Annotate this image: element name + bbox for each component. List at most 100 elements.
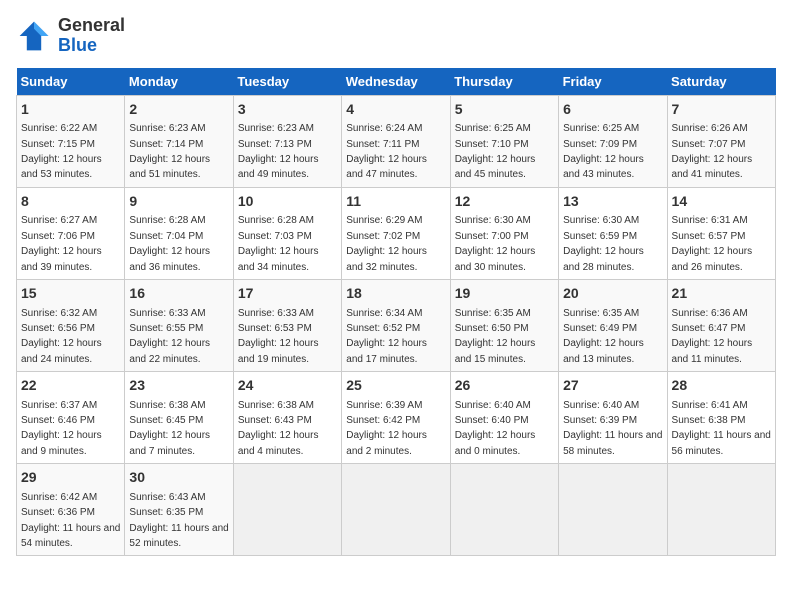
calendar-cell: 10Sunrise: 6:28 AMSunset: 7:03 PMDayligh…	[233, 187, 341, 279]
calendar-cell: 26 Sunrise: 6:40 AMSunset: 6:40 PMDayligh…	[450, 372, 558, 464]
day-number: 4	[346, 100, 445, 120]
day-info: Sunrise: 6:33 AMSunset: 6:55 PMDaylight:…	[129, 308, 210, 365]
day-number: 7	[672, 100, 771, 120]
calendar-header-row: SundayMondayTuesdayWednesdayThursdayFrid…	[17, 68, 776, 96]
calendar-cell: 1 Sunrise: 6:22 AMSunset: 7:15 PMDaylight…	[17, 95, 125, 187]
day-number: 11	[346, 192, 445, 212]
day-number: 19	[455, 284, 554, 304]
calendar-cell: 13 Sunrise: 6:30 AMSunset: 6:59 PMDayligh…	[559, 187, 667, 279]
calendar-week-4: 22 Sunrise: 6:37 AMSunset: 6:46 PMDayligh…	[17, 372, 776, 464]
logo: General Blue	[16, 16, 125, 56]
day-number: 10	[238, 192, 337, 212]
day-info: Sunrise: 6:26 AMSunset: 7:07 PMDaylight:…	[672, 123, 753, 180]
day-number: 15	[21, 284, 120, 304]
day-number: 22	[21, 376, 120, 396]
calendar-cell: 5 Sunrise: 6:25 AMSunset: 7:10 PMDaylight…	[450, 95, 558, 187]
calendar-cell	[559, 464, 667, 556]
day-info: Sunrise: 6:41 AMSunset: 6:38 PMDaylight:…	[672, 400, 771, 457]
day-info: Sunrise: 6:30 AMSunset: 6:59 PMDaylight:…	[563, 215, 644, 272]
day-number: 8	[21, 192, 120, 212]
day-info: Sunrise: 6:30 AMSunset: 7:00 PMDaylight:…	[455, 215, 536, 272]
calendar-week-5: 29 Sunrise: 6:42 AMSunset: 6:36 PMDayligh…	[17, 464, 776, 556]
day-info: Sunrise: 6:33 AMSunset: 6:53 PMDaylight:…	[238, 308, 319, 365]
calendar-cell: 25 Sunrise: 6:39 AMSunset: 6:42 PMDayligh…	[342, 372, 450, 464]
day-info: Sunrise: 6:37 AMSunset: 6:46 PMDaylight:…	[21, 400, 102, 457]
calendar-cell: 11 Sunrise: 6:29 AMSunset: 7:02 PMDayligh…	[342, 187, 450, 279]
calendar-cell: 8 Sunrise: 6:27 AMSunset: 7:06 PMDaylight…	[17, 187, 125, 279]
header-tuesday: Tuesday	[233, 68, 341, 96]
header-friday: Friday	[559, 68, 667, 96]
calendar-cell: 2 Sunrise: 6:23 AMSunset: 7:14 PMDaylight…	[125, 95, 233, 187]
day-info: Sunrise: 6:38 AMSunset: 6:43 PMDaylight:…	[238, 400, 319, 457]
day-number: 3	[238, 100, 337, 120]
calendar-cell: 14 Sunrise: 6:31 AMSunset: 6:57 PMDayligh…	[667, 187, 775, 279]
day-number: 30	[129, 468, 228, 488]
logo-icon	[16, 18, 52, 54]
day-number: 18	[346, 284, 445, 304]
calendar-cell	[450, 464, 558, 556]
day-info: Sunrise: 6:35 AMSunset: 6:50 PMDaylight:…	[455, 308, 536, 365]
calendar-cell: 21Sunrise: 6:36 AMSunset: 6:47 PMDayligh…	[667, 279, 775, 371]
day-info: Sunrise: 6:29 AMSunset: 7:02 PMDaylight:…	[346, 215, 427, 272]
calendar-table: SundayMondayTuesdayWednesdayThursdayFrid…	[16, 68, 776, 557]
day-info: Sunrise: 6:34 AMSunset: 6:52 PMDaylight:…	[346, 308, 427, 365]
day-number: 2	[129, 100, 228, 120]
calendar-cell: 28 Sunrise: 6:41 AMSunset: 6:38 PMDayligh…	[667, 372, 775, 464]
day-info: Sunrise: 6:23 AMSunset: 7:14 PMDaylight:…	[129, 123, 210, 180]
day-info: Sunrise: 6:24 AMSunset: 7:11 PMDaylight:…	[346, 123, 427, 180]
day-number: 24	[238, 376, 337, 396]
day-number: 9	[129, 192, 228, 212]
calendar-cell: 9 Sunrise: 6:28 AMSunset: 7:04 PMDaylight…	[125, 187, 233, 279]
day-info: Sunrise: 6:39 AMSunset: 6:42 PMDaylight:…	[346, 400, 427, 457]
calendar-cell: 27Sunrise: 6:40 AMSunset: 6:39 PMDayligh…	[559, 372, 667, 464]
calendar-cell: 6Sunrise: 6:25 AMSunset: 7:09 PMDaylight…	[559, 95, 667, 187]
calendar-cell: 4 Sunrise: 6:24 AMSunset: 7:11 PMDaylight…	[342, 95, 450, 187]
calendar-cell: 22 Sunrise: 6:37 AMSunset: 6:46 PMDayligh…	[17, 372, 125, 464]
day-info: Sunrise: 6:42 AMSunset: 6:36 PMDaylight:…	[21, 492, 120, 549]
day-info: Sunrise: 6:23 AMSunset: 7:13 PMDaylight:…	[238, 123, 319, 180]
day-number: 25	[346, 376, 445, 396]
day-info: Sunrise: 6:27 AMSunset: 7:06 PMDaylight:…	[21, 215, 102, 272]
day-info: Sunrise: 6:40 AMSunset: 6:39 PMDaylight:…	[563, 400, 662, 457]
calendar-cell: 7 Sunrise: 6:26 AMSunset: 7:07 PMDaylight…	[667, 95, 775, 187]
day-number: 23	[129, 376, 228, 396]
calendar-cell: 3 Sunrise: 6:23 AMSunset: 7:13 PMDaylight…	[233, 95, 341, 187]
header-sunday: Sunday	[17, 68, 125, 96]
calendar-cell: 15 Sunrise: 6:32 AMSunset: 6:56 PMDayligh…	[17, 279, 125, 371]
day-info: Sunrise: 6:25 AMSunset: 7:09 PMDaylight:…	[563, 123, 644, 180]
logo-blue: Blue	[58, 35, 97, 55]
day-number: 12	[455, 192, 554, 212]
day-number: 1	[21, 100, 120, 120]
day-info: Sunrise: 6:36 AMSunset: 6:47 PMDaylight:…	[672, 308, 753, 365]
calendar-cell: 24 Sunrise: 6:38 AMSunset: 6:43 PMDayligh…	[233, 372, 341, 464]
calendar-cell: 19 Sunrise: 6:35 AMSunset: 6:50 PMDayligh…	[450, 279, 558, 371]
day-number: 16	[129, 284, 228, 304]
day-info: Sunrise: 6:22 AMSunset: 7:15 PMDaylight:…	[21, 123, 102, 180]
day-info: Sunrise: 6:43 AMSunset: 6:35 PMDaylight:…	[129, 492, 228, 549]
header: General Blue	[16, 16, 776, 56]
calendar-cell: 20Sunrise: 6:35 AMSunset: 6:49 PMDayligh…	[559, 279, 667, 371]
calendar-cell: 16 Sunrise: 6:33 AMSunset: 6:55 PMDayligh…	[125, 279, 233, 371]
day-number: 29	[21, 468, 120, 488]
day-info: Sunrise: 6:38 AMSunset: 6:45 PMDaylight:…	[129, 400, 210, 457]
day-info: Sunrise: 6:35 AMSunset: 6:49 PMDaylight:…	[563, 308, 644, 365]
calendar-cell: 23 Sunrise: 6:38 AMSunset: 6:45 PMDayligh…	[125, 372, 233, 464]
calendar-cell: 12 Sunrise: 6:30 AMSunset: 7:00 PMDayligh…	[450, 187, 558, 279]
day-number: 13	[563, 192, 662, 212]
day-number: 5	[455, 100, 554, 120]
day-info: Sunrise: 6:40 AMSunset: 6:40 PMDaylight:…	[455, 400, 536, 457]
calendar-cell: 18 Sunrise: 6:34 AMSunset: 6:52 PMDayligh…	[342, 279, 450, 371]
calendar-cell	[667, 464, 775, 556]
header-wednesday: Wednesday	[342, 68, 450, 96]
calendar-week-3: 15 Sunrise: 6:32 AMSunset: 6:56 PMDayligh…	[17, 279, 776, 371]
day-number: 28	[672, 376, 771, 396]
calendar-cell: 29 Sunrise: 6:42 AMSunset: 6:36 PMDayligh…	[17, 464, 125, 556]
day-number: 26	[455, 376, 554, 396]
logo-general: General	[58, 15, 125, 35]
day-info: Sunrise: 6:28 AMSunset: 7:04 PMDaylight:…	[129, 215, 210, 272]
day-number: 14	[672, 192, 771, 212]
day-info: Sunrise: 6:31 AMSunset: 6:57 PMDaylight:…	[672, 215, 753, 272]
calendar-week-2: 8 Sunrise: 6:27 AMSunset: 7:06 PMDaylight…	[17, 187, 776, 279]
day-info: Sunrise: 6:32 AMSunset: 6:56 PMDaylight:…	[21, 308, 102, 365]
day-info: Sunrise: 6:25 AMSunset: 7:10 PMDaylight:…	[455, 123, 536, 180]
